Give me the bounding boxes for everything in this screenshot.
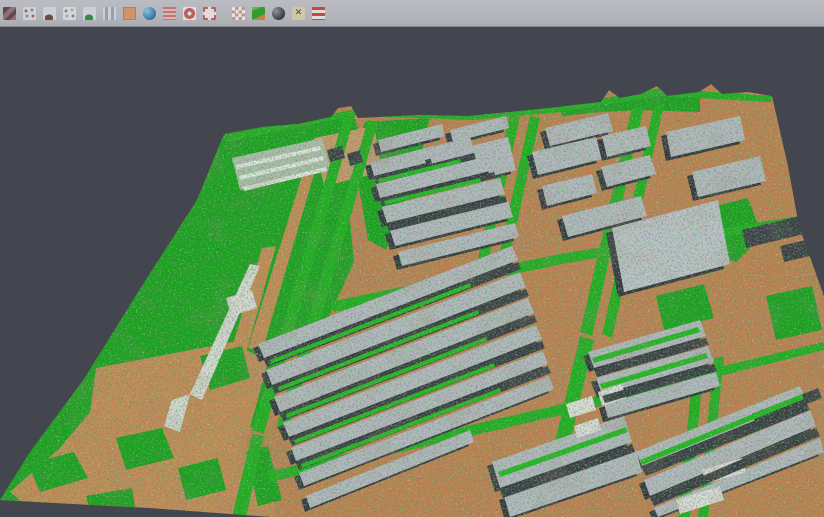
selection-corners-button[interactable] — [202, 5, 217, 22]
speckle-light — [0, 28, 824, 517]
crossed-tools-icon: ✕ — [292, 7, 305, 20]
point-pairs-icon — [23, 7, 36, 20]
globe-icon — [143, 7, 156, 20]
classify-brush-button[interactable] — [2, 5, 17, 22]
landcover-map-button[interactable] — [251, 5, 266, 22]
point-cloud-scene — [0, 28, 824, 517]
crossed-tools-button[interactable]: ✕ — [291, 5, 306, 22]
point-pairs-button[interactable] — [22, 5, 37, 22]
gear-ring-icon — [183, 7, 196, 20]
orange-square-icon — [123, 7, 136, 20]
red-bars-button[interactable] — [311, 5, 326, 22]
checker-raster-button[interactable] — [231, 5, 246, 22]
orange-square-button[interactable] — [122, 5, 137, 22]
globe-button[interactable] — [142, 5, 157, 22]
landcover-map-icon — [252, 7, 265, 20]
attribute-table-icon — [163, 7, 176, 20]
classify-brush-icon — [3, 7, 16, 20]
sparse-points-button[interactable] — [62, 5, 77, 22]
selection-corners-icon — [203, 7, 216, 20]
column-chart-icon — [103, 7, 116, 20]
sparse-points-icon — [63, 7, 76, 20]
vegetation-mound-icon — [83, 7, 96, 20]
toolbar-separator — [222, 5, 226, 22]
checker-raster-icon — [232, 7, 245, 20]
sphere-3d-icon — [272, 7, 285, 20]
column-chart-button[interactable] — [102, 5, 117, 22]
terrain-hill-icon — [43, 7, 56, 20]
gear-ring-button[interactable] — [182, 5, 197, 22]
terrain-hill-button[interactable] — [42, 5, 57, 22]
vegetation-mound-button[interactable] — [82, 5, 97, 22]
sphere-3d-button[interactable] — [271, 5, 286, 22]
main-toolbar: ✕ — [0, 0, 824, 27]
attribute-table-button[interactable] — [162, 5, 177, 22]
terrain-mesh — [0, 28, 824, 517]
viewport-3d[interactable] — [0, 28, 824, 517]
application-window: ✕ — [0, 0, 824, 517]
red-bars-icon — [312, 7, 325, 20]
